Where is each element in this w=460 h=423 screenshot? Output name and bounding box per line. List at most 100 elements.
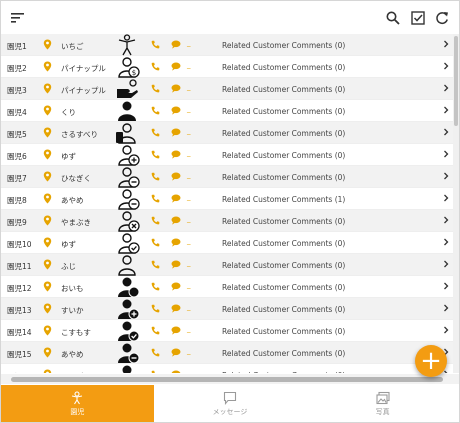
horizontal-scrollbar[interactable]: [1, 374, 459, 384]
phone-icon[interactable]: [151, 282, 160, 293]
list-item[interactable]: 園児4 くり _ Related Customer Comments (0): [1, 100, 453, 122]
chevron-right-icon[interactable]: [443, 260, 449, 270]
chat-icon[interactable]: [171, 62, 181, 73]
chat-icon[interactable]: [171, 194, 181, 205]
children-list[interactable]: 園児1 いちご _ Related Customer Comments (0) 園児2 パ…: [1, 34, 453, 373]
location-pin-icon[interactable]: [43, 259, 52, 272]
list-item[interactable]: 園児15 あやめ _ Related Customer Comments (0): [1, 342, 453, 364]
chat-icon[interactable]: [171, 40, 181, 51]
location-pin-icon[interactable]: [43, 61, 52, 74]
list-item[interactable]: 園児1 いちご _ Related Customer Comments (0): [1, 34, 453, 56]
phone-icon[interactable]: [151, 304, 160, 315]
list-item[interactable]: 園児10 ゆず _ Related Customer Comments (0): [1, 232, 453, 254]
list-item[interactable]: 園児6 ゆず _ Related Customer Comments (0): [1, 144, 453, 166]
tab-photos[interactable]: 写真: [306, 385, 459, 422]
location-pin-icon[interactable]: [43, 149, 52, 162]
chat-icon[interactable]: [171, 84, 181, 95]
location-pin-icon[interactable]: [43, 369, 52, 373]
list-item[interactable]: 園児12 おいも _ Related Customer Comments (0): [1, 276, 453, 298]
horizontal-scroll-thumb[interactable]: [11, 377, 443, 382]
chat-icon[interactable]: [171, 106, 181, 117]
location-pin-icon[interactable]: [43, 325, 52, 338]
related-comments-link[interactable]: Related Customer Comments (0): [222, 239, 345, 248]
chat-icon[interactable]: [171, 216, 181, 227]
related-comments-link[interactable]: Related Customer Comments (0): [222, 85, 345, 94]
location-pin-icon[interactable]: [43, 171, 52, 184]
chevron-right-icon[interactable]: [443, 62, 449, 72]
chat-icon[interactable]: [171, 304, 181, 315]
location-pin-icon[interactable]: [43, 237, 52, 250]
chevron-right-icon[interactable]: [443, 150, 449, 160]
related-comments-link[interactable]: Related Customer Comments (0): [222, 261, 345, 270]
location-pin-icon[interactable]: [43, 193, 52, 206]
related-comments-link[interactable]: Related Customer Comments (1): [222, 195, 345, 204]
related-comments-link[interactable]: Related Customer Comments (0): [222, 63, 345, 72]
tab-messages[interactable]: メッセージ: [154, 385, 307, 422]
related-comments-link[interactable]: Related Customer Comments (0): [222, 349, 345, 358]
phone-icon[interactable]: [151, 128, 160, 139]
related-comments-link[interactable]: Related Customer Comments (0): [222, 41, 345, 50]
phone-icon[interactable]: [151, 260, 160, 271]
location-pin-icon[interactable]: [43, 83, 52, 96]
phone-icon[interactable]: [151, 194, 160, 205]
chat-icon[interactable]: [171, 128, 181, 139]
list-item[interactable]: 園児13 すいか _ Related Customer Comments (0): [1, 298, 453, 320]
phone-icon[interactable]: [151, 370, 160, 373]
related-comments-link[interactable]: Related Customer Comments (0): [222, 283, 345, 292]
related-comments-link[interactable]: Related Customer Comments (0): [222, 151, 345, 160]
location-pin-icon[interactable]: [43, 303, 52, 316]
list-item[interactable]: 園児3 パイナップル _ Related Customer Comments (0): [1, 78, 453, 100]
add-button[interactable]: +: [415, 345, 447, 377]
chevron-right-icon[interactable]: [443, 216, 449, 226]
list-item[interactable]: 園児9 やまぶき _ Related Customer Comments (0): [1, 210, 453, 232]
related-comments-link[interactable]: Related Customer Comments (0): [222, 327, 345, 336]
phone-icon[interactable]: [151, 238, 160, 249]
phone-icon[interactable]: [151, 106, 160, 117]
chevron-right-icon[interactable]: [443, 194, 449, 204]
list-item[interactable]: 園児14 こすもす _ Related Customer Comments (0): [1, 320, 453, 342]
location-pin-icon[interactable]: [43, 281, 52, 294]
chat-icon[interactable]: [171, 348, 181, 359]
phone-icon[interactable]: [151, 150, 160, 161]
chat-icon[interactable]: [171, 326, 181, 337]
list-item[interactable]: 園児7 ひなぎく _ Related Customer Comments (0): [1, 166, 453, 188]
chevron-right-icon[interactable]: [443, 84, 449, 94]
related-comments-link[interactable]: Related Customer Comments (0): [222, 107, 345, 116]
list-item[interactable]: 園児8 あやめ _ Related Customer Comments (1): [1, 188, 453, 210]
refresh-icon[interactable]: [433, 9, 451, 27]
sort-menu-icon[interactable]: [9, 9, 27, 27]
phone-icon[interactable]: [151, 216, 160, 227]
location-pin-icon[interactable]: [43, 39, 52, 52]
chevron-right-icon[interactable]: [443, 326, 449, 336]
phone-icon[interactable]: [151, 348, 160, 359]
search-icon[interactable]: [384, 9, 402, 27]
phone-icon[interactable]: [151, 326, 160, 337]
related-comments-link[interactable]: Related Customer Comments (0): [222, 217, 345, 226]
location-pin-icon[interactable]: [43, 127, 52, 140]
list-item[interactable]: 園児16 りんご _ Related Customer Comments (0): [1, 364, 453, 373]
checkbox-icon[interactable]: [409, 9, 427, 27]
list-item[interactable]: 園児11 ふじ _ Related Customer Comments (0): [1, 254, 453, 276]
vertical-scrollbar[interactable]: [453, 34, 459, 373]
chevron-right-icon[interactable]: [443, 106, 449, 116]
chat-icon[interactable]: [171, 370, 181, 373]
phone-icon[interactable]: [151, 62, 160, 73]
chevron-right-icon[interactable]: [443, 304, 449, 314]
chat-icon[interactable]: [171, 260, 181, 271]
location-pin-icon[interactable]: [43, 105, 52, 118]
list-item[interactable]: 園児5 さるすべり _ Related Customer Comments (0): [1, 122, 453, 144]
chat-icon[interactable]: [171, 172, 181, 183]
related-comments-link[interactable]: Related Customer Comments (0): [222, 173, 345, 182]
location-pin-icon[interactable]: [43, 347, 52, 360]
related-comments-link[interactable]: Related Customer Comments (0): [222, 129, 345, 138]
chat-icon[interactable]: [171, 238, 181, 249]
chevron-right-icon[interactable]: [443, 128, 449, 138]
chevron-right-icon[interactable]: [443, 282, 449, 292]
related-comments-link[interactable]: Related Customer Comments (0): [222, 371, 345, 373]
phone-icon[interactable]: [151, 84, 160, 95]
location-pin-icon[interactable]: [43, 215, 52, 228]
phone-icon[interactable]: [151, 172, 160, 183]
chevron-right-icon[interactable]: [443, 40, 449, 50]
chevron-right-icon[interactable]: [443, 238, 449, 248]
chat-icon[interactable]: [171, 150, 181, 161]
